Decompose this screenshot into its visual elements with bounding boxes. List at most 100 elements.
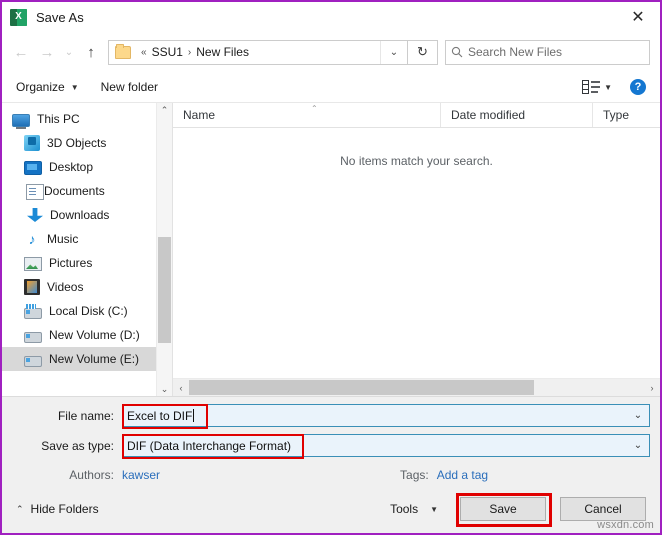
videos-icon: [24, 279, 40, 295]
file-name-value: Excel to DIF: [127, 408, 195, 423]
column-header-type[interactable]: Type: [593, 103, 660, 127]
up-button[interactable]: ↑: [78, 39, 104, 65]
tools-button[interactable]: Tools ▼: [390, 502, 438, 516]
3d-objects-icon: [24, 135, 40, 151]
navigation-pane: This PC 3D Objects Desktop Documents Downloa…: [2, 103, 172, 396]
sidebar-item-label: Documents: [44, 184, 105, 198]
sidebar-item-music[interactable]: ♪ Music: [2, 227, 156, 251]
scroll-up-icon[interactable]: ⌃: [157, 103, 172, 117]
tree-scrollbar[interactable]: ⌃ ⌄: [156, 103, 172, 396]
hscroll-track[interactable]: [189, 379, 644, 396]
folder-icon: [115, 43, 131, 59]
add-a-tag-link[interactable]: Add a tag: [437, 468, 488, 482]
documents-icon: [26, 183, 44, 200]
sidebar-item-3d-objects[interactable]: 3D Objects: [2, 131, 156, 155]
search-placeholder: Search New Files: [468, 45, 563, 59]
sidebar-item-label: Downloads: [50, 208, 110, 222]
computer-icon: [12, 113, 30, 129]
back-button[interactable]: ←: [8, 39, 34, 65]
tree-scroll-track[interactable]: [157, 117, 172, 382]
column-header-name[interactable]: Name: [173, 103, 441, 127]
sidebar-item-videos[interactable]: Videos: [2, 275, 156, 299]
save-button[interactable]: Save: [456, 493, 552, 527]
sidebar-item-label: Videos: [47, 280, 84, 294]
chevron-down-icon: ▼: [70, 82, 79, 92]
desktop-icon: [24, 161, 42, 175]
dialog-body: This PC 3D Objects Desktop Documents Downloa…: [2, 102, 660, 396]
file-name-label: File name:: [57, 408, 114, 423]
breadcrumb-item-new-files[interactable]: New Files: [196, 45, 249, 59]
breadcrumb-item-ssu1[interactable]: SSU1: [152, 45, 183, 59]
close-icon[interactable]: ✕: [616, 2, 660, 31]
hscroll-thumb[interactable]: [189, 380, 534, 395]
chevron-down-icon[interactable]: ⌄: [627, 410, 649, 421]
cancel-button[interactable]: Cancel: [560, 497, 646, 521]
hide-folders-label: Hide Folders: [30, 502, 99, 516]
scroll-right-icon[interactable]: ›: [644, 383, 660, 393]
dialog-footer: ⌃ Hide Folders Tools ▼ Save Cancel wsxdn…: [2, 487, 660, 533]
pictures-icon: [24, 257, 42, 271]
sidebar-item-label: This PC: [37, 112, 80, 126]
view-chevron-down-icon[interactable]: ▼: [604, 83, 612, 92]
save-label: Save: [489, 502, 517, 516]
tree-scroll-thumb[interactable]: [158, 237, 171, 343]
column-header-row: Name ⌃ Date modified Type: [173, 103, 660, 128]
sidebar-item-local-disk-c[interactable]: Local Disk (C:): [2, 299, 156, 323]
sidebar-item-label: Local Disk (C:): [49, 304, 128, 318]
chevron-down-icon: ▼: [430, 504, 438, 514]
search-box[interactable]: Search New Files: [445, 39, 650, 65]
downloads-icon: [27, 208, 43, 222]
authors-value[interactable]: kawser: [122, 468, 160, 482]
sidebar-item-documents[interactable]: Documents: [2, 179, 156, 203]
save-as-type-row: Save as type: DIF (Data Interchange Form…: [12, 433, 650, 459]
refresh-icon[interactable]: ↻: [408, 39, 438, 65]
sidebar-item-new-volume-d[interactable]: New Volume (D:): [2, 323, 156, 347]
help-icon[interactable]: ?: [630, 79, 646, 95]
breadcrumb-separator: ›: [187, 46, 192, 58]
save-form: File name: Excel to DIF ⌄ Save as type: …: [2, 396, 660, 487]
sidebar-item-label: New Volume (D:): [49, 328, 140, 342]
organize-button[interactable]: Organize ▼: [16, 80, 79, 94]
empty-state-message: No items match your search.: [340, 154, 493, 168]
file-list-horizontal-scrollbar[interactable]: ‹ ›: [173, 378, 660, 396]
window-title: Save As: [36, 9, 84, 25]
sidebar-item-pictures[interactable]: Pictures: [2, 251, 156, 275]
authors-label: Authors:: [69, 468, 114, 482]
recent-locations-button[interactable]: ⌄: [60, 39, 78, 65]
chevron-down-icon[interactable]: ⌄: [627, 440, 649, 451]
save-as-type-select[interactable]: DIF (Data Interchange Format) ⌄: [122, 434, 650, 459]
file-list-body[interactable]: No items match your search.: [173, 128, 660, 378]
tools-label: Tools: [390, 502, 419, 516]
sidebar-item-this-pc[interactable]: This PC: [2, 107, 156, 131]
new-folder-button[interactable]: New folder: [101, 80, 158, 94]
chevron-up-icon: ⌃: [16, 503, 24, 514]
title-bar: X Save As ✕: [2, 2, 660, 32]
sidebar-item-downloads[interactable]: Downloads: [2, 203, 156, 227]
sidebar-item-new-volume-e[interactable]: New Volume (E:): [2, 347, 156, 371]
breadcrumb: « SSU1 › New Files: [136, 45, 380, 59]
file-name-input[interactable]: Excel to DIF ⌄: [122, 404, 650, 429]
organize-label: Organize: [16, 80, 65, 94]
column-header-date-modified[interactable]: Date modified: [441, 103, 593, 127]
metadata-row: Authors: kawser Tags: Add a tag: [12, 463, 650, 487]
sort-ascending-icon: ⌃: [311, 104, 318, 113]
excel-icon: X: [10, 8, 27, 26]
scroll-left-icon[interactable]: ‹: [173, 383, 189, 393]
chevron-down-icon[interactable]: ⌄: [380, 40, 407, 64]
view-layout-icon[interactable]: [582, 80, 601, 94]
tags-label: Tags:: [400, 468, 429, 482]
sidebar-item-label: 3D Objects: [47, 136, 107, 150]
search-icon: [446, 46, 468, 58]
sidebar-item-label: Music: [47, 232, 79, 246]
scroll-down-icon[interactable]: ⌄: [157, 382, 172, 396]
sidebar-item-label: Pictures: [49, 256, 93, 270]
music-icon: ♪: [28, 231, 36, 247]
hide-folders-button[interactable]: ⌃ Hide Folders: [16, 502, 99, 516]
watermark: wsxdn.com: [597, 519, 654, 531]
navigation-bar: ← → ⌄ ↑ « SSU1 › New Files ⌄ ↻ Search Ne…: [2, 32, 660, 72]
forward-button[interactable]: →: [34, 39, 60, 65]
drive-icon: [24, 331, 42, 343]
sidebar-item-desktop[interactable]: Desktop: [2, 155, 156, 179]
sidebar-item-label: Desktop: [49, 160, 94, 174]
address-bar[interactable]: « SSU1 › New Files ⌄: [108, 39, 408, 65]
